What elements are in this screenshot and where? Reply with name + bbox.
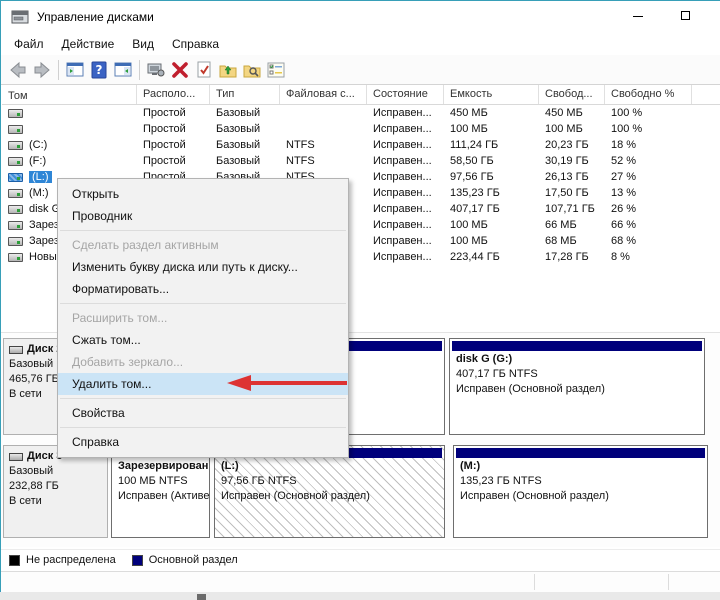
show-console-tree-icon[interactable] bbox=[63, 58, 87, 82]
volume-icon bbox=[8, 157, 23, 166]
volume-icon bbox=[8, 141, 23, 150]
taskbar-item bbox=[197, 594, 206, 600]
table-row[interactable]: Простой Базовый Исправен... 450 МБ 450 М… bbox=[2, 105, 720, 121]
column-header-status[interactable]: Состояние bbox=[367, 85, 444, 104]
disk-icon bbox=[9, 453, 23, 461]
disk-3-partition-reserved[interactable]: Зарезервирован 100 МБ NTFS Исправен (Акт… bbox=[111, 445, 210, 538]
volume-icon bbox=[8, 125, 23, 134]
disk-3-partition-l-selected[interactable]: (L:) 97,56 ГБ NTFS Исправен (Основной ра… bbox=[214, 445, 445, 538]
properties-list-icon[interactable] bbox=[264, 58, 288, 82]
menu-item-help[interactable]: Справка bbox=[58, 431, 348, 453]
menu-item-extend-volume: Расширить том... bbox=[58, 307, 348, 329]
toolbar-separator bbox=[139, 60, 140, 80]
forward-icon[interactable] bbox=[30, 58, 54, 82]
primary-partition-color-swatch bbox=[132, 555, 143, 566]
volume-icon bbox=[8, 205, 23, 214]
red-annotation-arrow bbox=[225, 371, 349, 395]
back-icon[interactable] bbox=[6, 58, 30, 82]
menu-file[interactable]: Файл bbox=[5, 35, 53, 53]
disk-2-partition-g[interactable]: disk G (G:) 407,17 ГБ NTFS Исправен (Осн… bbox=[449, 338, 705, 435]
volume-icon bbox=[8, 253, 23, 262]
table-row[interactable]: Простой Базовый Исправен... 100 МБ 100 М… bbox=[2, 121, 720, 137]
volume-context-menu: Открыть Проводник Сделать раздел активны… bbox=[57, 178, 349, 458]
taskbar-strip bbox=[0, 592, 720, 600]
column-header-filesystem[interactable]: Файловая с... bbox=[280, 85, 367, 104]
menu-view[interactable]: Вид bbox=[123, 35, 163, 53]
disk-icon bbox=[9, 346, 23, 354]
svg-text:?: ? bbox=[96, 63, 103, 77]
column-header-volume[interactable]: Том bbox=[2, 85, 137, 104]
menu-item-mark-partition-active: Сделать раздел активным bbox=[58, 234, 348, 256]
volume-icon bbox=[8, 189, 23, 198]
column-header-filler bbox=[692, 85, 720, 104]
legend-primary-label: Основной раздел bbox=[149, 554, 238, 566]
column-header-layout[interactable]: Располо... bbox=[137, 85, 210, 104]
menu-item-properties[interactable]: Свойства bbox=[58, 402, 348, 424]
table-header: Том Располо... Тип Файловая с... Состоян… bbox=[2, 85, 720, 105]
window-title: Управление дисками bbox=[37, 10, 154, 24]
primary-partition-bar bbox=[456, 448, 705, 458]
volume-icon bbox=[8, 221, 23, 230]
menu-item-add-mirror: Добавить зеркало... bbox=[58, 351, 348, 373]
status-bar-divider bbox=[534, 574, 535, 590]
menu-item-shrink-volume[interactable]: Сжать том... bbox=[58, 329, 348, 351]
folder-export-icon[interactable] bbox=[216, 58, 240, 82]
status-bar bbox=[1, 571, 720, 592]
menu-bar: Файл Действие Вид Справка bbox=[1, 33, 720, 55]
delete-icon[interactable] bbox=[168, 58, 192, 82]
disk-3-partition-m[interactable]: (M:) 135,23 ГБ NTFS Исправен (Основной р… bbox=[453, 445, 708, 538]
column-header-type[interactable]: Тип bbox=[210, 85, 280, 104]
menu-action[interactable]: Действие bbox=[53, 35, 124, 53]
menu-item-format[interactable]: Форматировать... bbox=[58, 278, 348, 300]
table-row[interactable]: (F:) Простой Базовый NTFS Исправен... 58… bbox=[2, 153, 720, 169]
menu-item-change-drive-letter[interactable]: Изменить букву диска или путь к диску... bbox=[58, 256, 348, 278]
volume-icon bbox=[8, 109, 23, 118]
menu-item-explorer[interactable]: Проводник bbox=[58, 205, 348, 227]
column-header-free-pct[interactable]: Свободно % bbox=[605, 85, 692, 104]
maximize-button[interactable] bbox=[663, 1, 708, 31]
table-row[interactable]: (C:) Простой Базовый NTFS Исправен... 11… bbox=[2, 137, 720, 153]
legend: Не распределена Основной раздел bbox=[1, 549, 720, 570]
column-header-free[interactable]: Свобод... bbox=[539, 85, 605, 104]
title-bar: Управление дисками bbox=[1, 1, 720, 33]
column-header-capacity[interactable]: Емкость bbox=[444, 85, 539, 104]
status-bar-divider bbox=[668, 574, 669, 590]
legend-unallocated-label: Не распределена bbox=[26, 554, 116, 566]
menu-separator bbox=[58, 227, 348, 234]
menu-separator bbox=[58, 424, 348, 431]
toolbar: ? bbox=[1, 55, 720, 85]
menu-separator bbox=[58, 300, 348, 307]
primary-partition-bar bbox=[452, 341, 702, 351]
menu-item-open[interactable]: Открыть bbox=[58, 183, 348, 205]
show-action-pane-icon[interactable] bbox=[111, 58, 135, 82]
check-document-icon[interactable] bbox=[192, 58, 216, 82]
volume-icon bbox=[8, 237, 23, 246]
menu-separator bbox=[58, 395, 348, 402]
toolbar-separator bbox=[58, 60, 59, 80]
unallocated-color-swatch bbox=[9, 555, 20, 566]
volume-icon bbox=[8, 173, 23, 182]
help-icon[interactable]: ? bbox=[87, 58, 111, 82]
disk-3-info[interactable]: Диск 3 Базовый 232,88 ГБ В сети bbox=[3, 445, 108, 538]
disk-management-app-icon bbox=[11, 10, 29, 24]
remote-view-icon[interactable] bbox=[144, 58, 168, 82]
minimize-button[interactable] bbox=[615, 1, 660, 31]
folder-search-icon[interactable] bbox=[240, 58, 264, 82]
menu-help[interactable]: Справка bbox=[163, 35, 228, 53]
